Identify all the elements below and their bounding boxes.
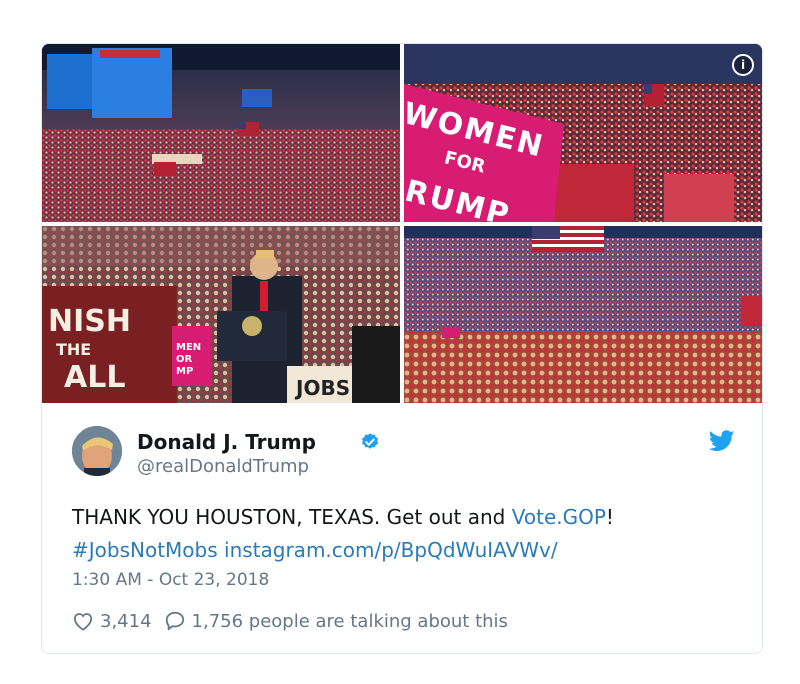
tweet-stats: 3,414 1,756 people are talking about thi… [72, 610, 508, 632]
verified-badge-icon [362, 433, 379, 449]
sign-small-for-line: OR [176, 354, 193, 365]
tweet-card[interactable]: WOMEN FOR RUMP i NISH THE ALL MEN OR MP … [41, 43, 763, 654]
tweet-text-main: THANK YOU HOUSTON, TEXAS. Get out and [72, 505, 512, 529]
sign-small-trump-line: MP [176, 366, 194, 377]
sign-wall-text: ALL [64, 360, 126, 395]
photo-stadium-crowd[interactable] [404, 226, 762, 403]
author-name[interactable]: Donald J. Trump [137, 430, 316, 454]
sign-small-women-line: MEN [176, 342, 202, 353]
heart-icon[interactable] [72, 611, 94, 631]
sign-finish-text: NISH [48, 304, 131, 339]
photo-arena-wide[interactable] [42, 44, 400, 222]
tweet-timestamp[interactable]: 1:30 AM - Oct 23, 2018 [72, 570, 269, 590]
info-icon[interactable]: i [732, 54, 754, 76]
reply-bubble-icon[interactable] [164, 610, 186, 632]
sign-the-text: THE [56, 340, 92, 359]
tweet-text: THANK YOU HOUSTON, TEXAS. Get out and Vo… [72, 501, 732, 567]
sign-jobs-text: JOBS [296, 376, 351, 400]
photo-women-for-trump[interactable]: WOMEN FOR RUMP i [404, 44, 762, 222]
likes-count[interactable]: 3,414 [100, 611, 152, 632]
sign-small-women: MEN OR MP [176, 342, 201, 378]
tweet-media-grid[interactable]: WOMEN FOR RUMP i NISH THE ALL MEN OR MP … [42, 44, 762, 403]
talking-count[interactable]: 1,756 people are talking about this [192, 611, 508, 632]
tweet-text-end: ! [605, 505, 614, 529]
twitter-bird-icon[interactable] [709, 430, 735, 452]
instagram-link[interactable]: instagram.com/p/BpQdWuIAVWv/ [224, 538, 558, 562]
vote-gop-link[interactable]: Vote.GOP [512, 505, 606, 529]
hashtag-link[interactable]: #JobsNotMobs [72, 538, 218, 562]
author-avatar[interactable] [72, 426, 122, 476]
photo-speaker-podium[interactable]: NISH THE ALL MEN OR MP JOBS [42, 226, 400, 403]
author-handle[interactable]: @realDonaldTrump [137, 456, 309, 477]
